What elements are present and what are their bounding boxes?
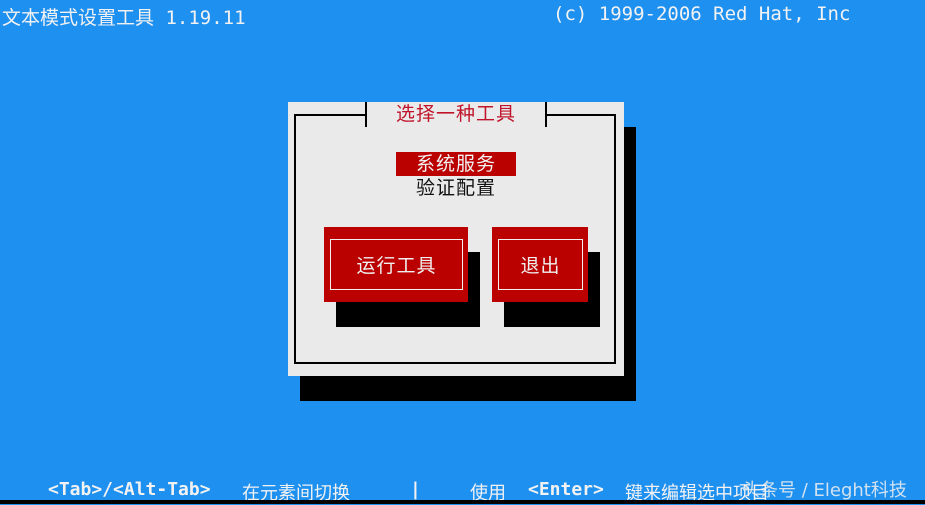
run-tool-button[interactable]: 运行工具: [324, 227, 468, 302]
run-tool-button-focus-frame: 运行工具: [330, 239, 463, 290]
header-bar: 文本模式设置工具 1.19.11 (c) 1999-2006 Red Hat, …: [0, 0, 925, 29]
run-tool-button-label: 运行工具: [356, 255, 437, 277]
hint-enter-key: <Enter>: [528, 479, 604, 500]
quit-button[interactable]: 退出: [492, 227, 588, 302]
hint-separator: |: [410, 479, 421, 500]
choose-tool-dialog: 选择一种工具 系统服务 验证配置 运行工具 退出: [288, 102, 624, 376]
watermark: 头条号 / Eleght科技: [742, 480, 907, 501]
copyright-text: (c) 1999-2006 Red Hat, Inc: [553, 3, 851, 25]
dialog-title: 选择一种工具: [395, 103, 516, 125]
quit-button-label: 退出: [520, 255, 561, 277]
list-item-system-services[interactable]: 系统服务: [396, 152, 516, 176]
list-item-authentication-config[interactable]: 验证配置: [396, 176, 516, 200]
app-title: 文本模式设置工具 1.19.11: [2, 7, 246, 29]
dialog-title-container: 选择一种工具: [365, 102, 547, 127]
help-bar: <Tab>/<Alt-Tab> 在元素间切换 | 使用 <Enter> 键来编辑…: [0, 476, 925, 504]
bottom-edge: [0, 500, 925, 504]
quit-button-focus-frame: 退出: [498, 239, 583, 290]
tool-listbox[interactable]: 系统服务 验证配置: [396, 152, 516, 200]
hint-tab-keys: <Tab>/<Alt-Tab>: [48, 479, 211, 500]
